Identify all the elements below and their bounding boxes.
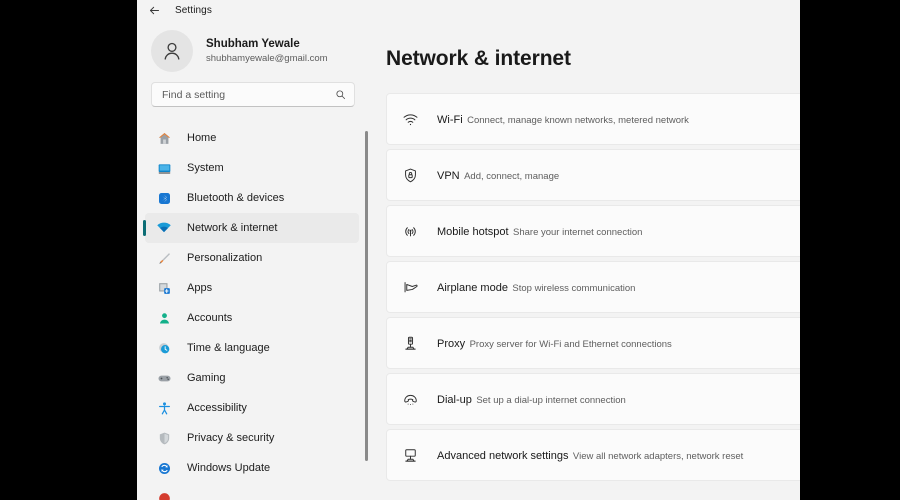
card-subtitle: Share your internet connection: [513, 227, 643, 238]
sidebar: Shubham Yewale shubhamyewale@gmail.com F…: [137, 20, 369, 500]
sidebar-item-label: Network & internet: [187, 222, 278, 234]
window-title: Settings: [175, 4, 212, 16]
hotspot-antenna-icon: [399, 220, 421, 242]
sidebar-nav: Home System Bluetooth & devices Network …: [137, 123, 369, 500]
card-text: Dial-up Set up a dial-up internet connec…: [437, 390, 626, 408]
sidebar-scrollbar[interactable]: [365, 131, 368, 490]
settings-card-dialup[interactable]: Dial-up Set up a dial-up internet connec…: [386, 373, 800, 425]
card-title: Dial-up: [437, 394, 472, 406]
settings-window: Settings Shubham Yewale shubhamyewale@gm…: [137, 0, 800, 500]
person-icon: [155, 309, 173, 327]
card-text: Proxy Proxy server for Wi-Fi and Etherne…: [437, 334, 672, 352]
page-title: Network & internet: [386, 47, 571, 70]
bluetooth-icon: [155, 189, 173, 207]
card-title: Mobile hotspot: [437, 226, 509, 238]
wifi-icon: [155, 219, 173, 237]
sidebar-item-label: Apps: [187, 282, 213, 294]
settings-card-airplane-mode[interactable]: Airplane mode Stop wireless communicatio…: [386, 261, 800, 313]
title-bar: Settings: [137, 0, 800, 20]
wifi-icon: [399, 108, 421, 130]
search-input[interactable]: Find a setting: [151, 82, 355, 107]
accessibility-icon: [155, 399, 173, 417]
account-text: Shubham Yewale shubhamyewale@gmail.com: [206, 37, 328, 66]
back-arrow-icon[interactable]: [143, 2, 165, 18]
clock-globe-icon: [155, 339, 173, 357]
dialup-phone-icon: [399, 388, 421, 410]
card-subtitle: Stop wireless communication: [512, 283, 636, 294]
paintbrush-icon: [155, 249, 173, 267]
account-name: Shubham Yewale: [206, 37, 300, 50]
selection-bar: [143, 220, 146, 236]
sidebar-item-label: Privacy & security: [187, 432, 275, 444]
shield-icon: [155, 429, 173, 447]
sidebar-item-label: Time & language: [187, 342, 270, 354]
sidebar-item-label: Accounts: [187, 312, 233, 324]
sidebar-item-gaming[interactable]: Gaming: [145, 363, 359, 393]
sidebar-scrollbar-thumb[interactable]: [365, 131, 368, 461]
sidebar-item-system[interactable]: System: [145, 153, 359, 183]
card-subtitle: View all network adapters, network reset: [572, 451, 744, 462]
airplane-icon: [399, 276, 421, 298]
avatar: [151, 30, 193, 72]
sidebar-item-partial[interactable]: [145, 483, 359, 500]
account-row[interactable]: Shubham Yewale shubhamyewale@gmail.com: [137, 20, 369, 82]
card-subtitle: Add, connect, manage: [464, 171, 560, 182]
settings-card-mobile-hotspot[interactable]: Mobile hotspot Share your internet conne…: [386, 205, 800, 257]
account-email: shubhamyewale@gmail.com: [206, 52, 328, 64]
search-container: Find a setting: [137, 82, 369, 107]
sidebar-item-accounts[interactable]: Accounts: [145, 303, 359, 333]
sidebar-item-home[interactable]: Home: [145, 123, 359, 153]
settings-card-advanced-network-settings[interactable]: Advanced network settings View all netwo…: [386, 429, 800, 481]
card-title: VPN: [437, 170, 460, 182]
sidebar-item-label: System: [187, 162, 224, 174]
sidebar-item-apps[interactable]: Apps: [145, 273, 359, 303]
sidebar-item-personalization[interactable]: Personalization: [145, 243, 359, 273]
recovery-icon: [155, 489, 173, 500]
card-title: Airplane mode: [437, 282, 508, 294]
sidebar-item-label: Personalization: [187, 252, 263, 264]
advanced-network-icon: [399, 444, 421, 466]
main-content: Network & internet Wi-Fi Connect, manage…: [369, 20, 800, 500]
apps-icon: [155, 279, 173, 297]
sidebar-item-label: Gaming: [187, 372, 226, 384]
card-text: VPN Add, connect, manage: [437, 166, 559, 184]
sidebar-item-label: Bluetooth & devices: [187, 192, 285, 204]
gamepad-icon: [155, 369, 173, 387]
search-placeholder: Find a setting: [162, 88, 226, 101]
window-body: Shubham Yewale shubhamyewale@gmail.com F…: [137, 20, 800, 500]
card-subtitle: Set up a dial-up internet connection: [476, 395, 626, 406]
card-text: Airplane mode Stop wireless communicatio…: [437, 278, 635, 296]
sidebar-item-label: Accessibility: [187, 402, 247, 414]
card-title: Proxy: [437, 338, 466, 350]
proxy-server-icon: [399, 332, 421, 354]
sidebar-item-label: Windows Update: [187, 462, 271, 474]
search-icon[interactable]: [335, 89, 346, 100]
card-subtitle: Connect, manage known networks, metered …: [467, 115, 689, 126]
card-text: Advanced network settings View all netwo…: [437, 446, 743, 464]
update-refresh-icon: [155, 459, 173, 477]
settings-card-proxy[interactable]: Proxy Proxy server for Wi-Fi and Etherne…: [386, 317, 800, 369]
card-text: Mobile hotspot Share your internet conne…: [437, 222, 642, 240]
sidebar-item-privacy-security[interactable]: Privacy & security: [145, 423, 359, 453]
settings-card-wifi[interactable]: Wi-Fi Connect, manage known networks, me…: [386, 93, 800, 145]
home-icon: [155, 129, 173, 147]
sidebar-item-bluetooth-devices[interactable]: Bluetooth & devices: [145, 183, 359, 213]
sidebar-item-label: Home: [187, 132, 217, 144]
monitor-icon: [155, 159, 173, 177]
card-title: Wi-Fi: [437, 114, 463, 126]
card-title: Advanced network settings: [437, 450, 569, 462]
shield-lock-icon: [399, 164, 421, 186]
sidebar-item-windows-update[interactable]: Windows Update: [145, 453, 359, 483]
card-text: Wi-Fi Connect, manage known networks, me…: [437, 110, 689, 128]
settings-card-vpn[interactable]: VPN Add, connect, manage: [386, 149, 800, 201]
sidebar-item-network-internet[interactable]: Network & internet: [143, 213, 359, 243]
sidebar-item-time-language[interactable]: Time & language: [145, 333, 359, 363]
card-subtitle: Proxy server for Wi-Fi and Ethernet conn…: [469, 339, 672, 350]
screenshot-canvas: Settings Shubham Yewale shubhamyewale@gm…: [0, 0, 900, 500]
settings-card-list: Wi-Fi Connect, manage known networks, me…: [386, 93, 800, 481]
sidebar-item-accessibility[interactable]: Accessibility: [145, 393, 359, 423]
